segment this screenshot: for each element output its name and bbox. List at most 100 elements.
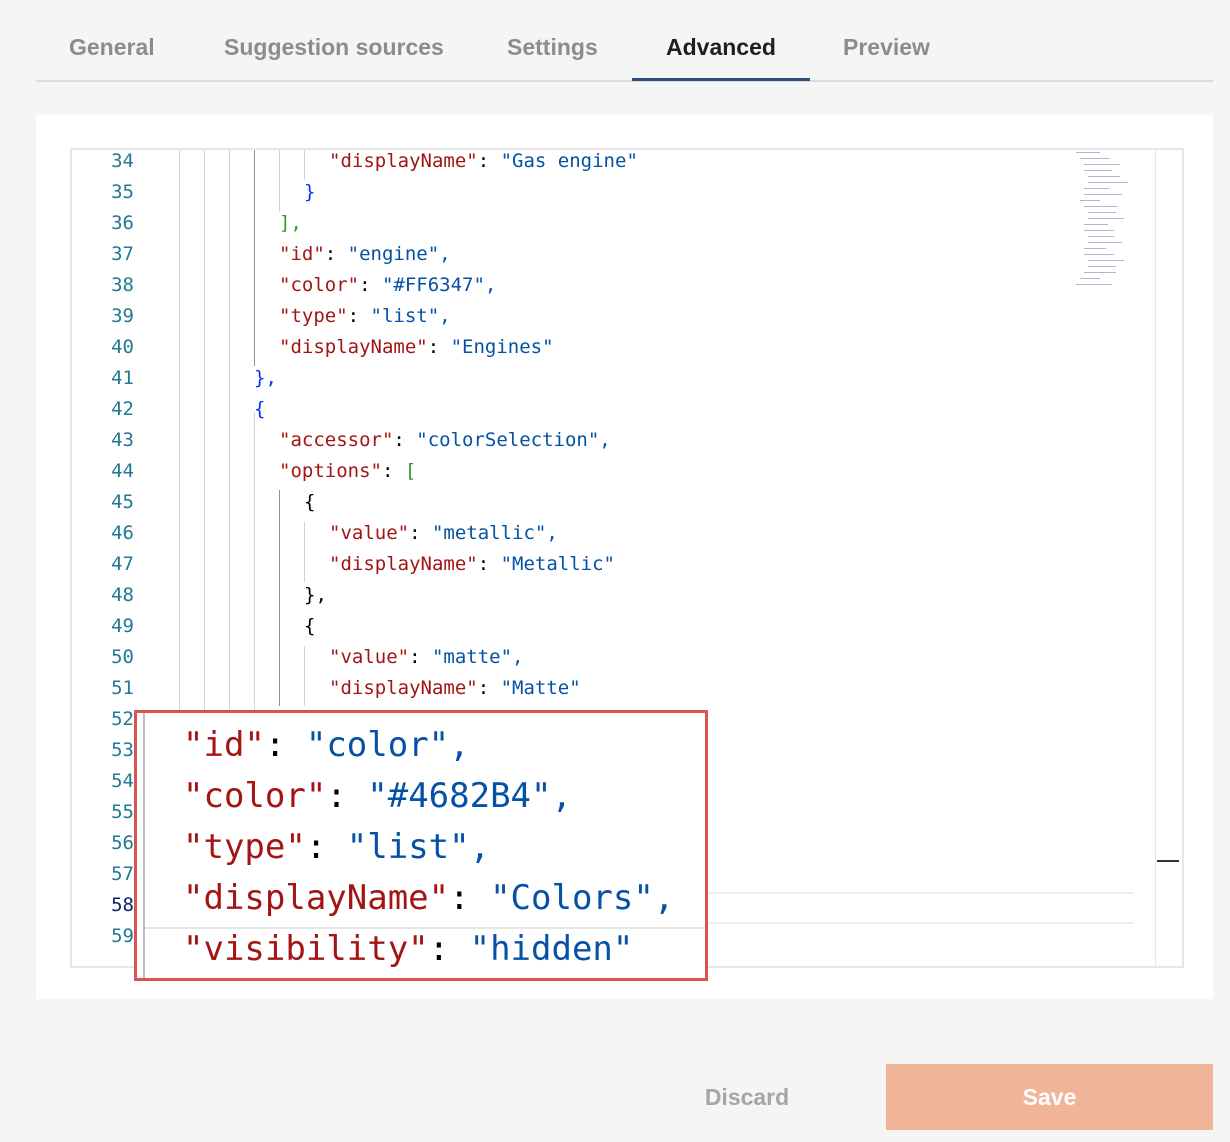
json-value: "color", <box>305 725 470 765</box>
line-number: 48 <box>111 584 134 606</box>
json-punct: }, <box>304 584 327 606</box>
line-number: 59 <box>111 925 134 947</box>
minimap-line <box>1084 194 1122 195</box>
indent-guide <box>304 522 305 582</box>
minimap-line <box>1084 206 1118 207</box>
line-number: 47 <box>111 553 134 575</box>
tab-settings[interactable]: Settings <box>507 34 598 61</box>
code-line: { <box>254 398 265 420</box>
vertical-scrollbar[interactable] <box>1155 150 1156 966</box>
minimap-line <box>1088 266 1116 267</box>
json-key: "displayName" <box>279 336 428 358</box>
discard-button[interactable]: Discard <box>686 1064 808 1130</box>
line-number: 36 <box>111 212 134 234</box>
scroll-position-marker <box>1157 860 1179 862</box>
zoom-line: "type": "list", <box>183 827 491 867</box>
json-key: "color" <box>183 776 327 816</box>
minimap-line <box>1088 260 1124 261</box>
minimap-line <box>1088 176 1120 177</box>
json-key: "type" <box>183 827 306 867</box>
json-key: "displayName" <box>329 677 478 699</box>
zoom-line: "id": "color", <box>183 725 470 765</box>
json-key: "color" <box>279 274 360 296</box>
json-value: "Gas engine" <box>500 150 638 172</box>
line-number: 35 <box>111 181 134 203</box>
json-value: "hidden" <box>469 929 634 969</box>
line-number: 39 <box>111 305 134 327</box>
json-punct: [ <box>404 460 417 482</box>
minimap-line <box>1076 152 1100 153</box>
minimap-line <box>1080 278 1100 279</box>
code-line: "value": "metallic", <box>329 522 558 544</box>
zoom-line: "visibility": "hidden" <box>183 929 634 969</box>
code-line: ], <box>279 212 302 234</box>
minimap-line <box>1084 224 1108 225</box>
minimap-line <box>1084 170 1112 171</box>
json-value: "Metallic" <box>500 553 615 575</box>
zoom-line: "color": "#4682B4", <box>183 776 572 816</box>
active-tab-indicator <box>632 78 810 81</box>
json-punct: }, <box>254 367 277 389</box>
json-key: "accessor" <box>279 429 394 451</box>
code-line: "options": [ <box>279 460 417 482</box>
indent-guide <box>304 646 305 706</box>
indent-guide <box>143 713 145 978</box>
minimap-line <box>1084 272 1116 273</box>
line-number: 40 <box>111 336 134 358</box>
code-line: "displayName": "Engines" <box>279 336 554 358</box>
line-number: 42 <box>111 398 134 420</box>
code-line: "color": "#FF6347", <box>279 274 497 296</box>
line-number: 34 <box>111 150 134 172</box>
json-value: "metallic", <box>431 522 558 544</box>
json-punct: ], <box>279 212 302 234</box>
json-value: "Engines" <box>450 336 554 358</box>
json-key: "displayName" <box>329 553 478 575</box>
tab-advanced[interactable]: Advanced <box>666 34 776 61</box>
indent-guide <box>254 150 255 366</box>
zoom-line: "displayName": "Colors", <box>183 878 675 918</box>
code-line: { <box>304 491 315 513</box>
minimap-line <box>1088 218 1124 219</box>
line-number: 53 <box>111 739 134 761</box>
line-number: 37 <box>111 243 134 265</box>
save-button[interactable]: Save <box>886 1064 1213 1130</box>
minimap[interactable] <box>1074 150 1154 300</box>
json-value: "#FF6347", <box>381 274 497 296</box>
indent-guide <box>279 150 280 212</box>
tab-suggestion-sources[interactable]: Suggestion sources <box>224 34 444 61</box>
minimap-line <box>1080 200 1100 201</box>
line-number: 51 <box>111 677 134 699</box>
code-line: "id": "engine", <box>279 243 451 265</box>
json-key: "visibility" <box>183 929 429 969</box>
minimap-line <box>1084 230 1114 231</box>
json-value: "matte", <box>431 646 524 668</box>
json-value: "colorSelection", <box>416 429 611 451</box>
line-number: 45 <box>111 491 134 513</box>
json-punct: { <box>254 398 266 420</box>
minimap-line <box>1084 164 1120 165</box>
code-line: "value": "matte", <box>329 646 524 668</box>
indent-guide <box>279 490 280 706</box>
line-number-current: 58 <box>111 894 134 916</box>
minimap-line <box>1088 182 1128 183</box>
json-key: "displayName" <box>183 878 450 918</box>
minimap-line <box>1088 212 1116 213</box>
json-value: "list", <box>370 305 451 327</box>
line-number: 41 <box>111 367 134 389</box>
minimap-line <box>1080 158 1110 159</box>
code-line: } <box>304 181 315 203</box>
code-line: }, <box>304 584 327 606</box>
code-line: "accessor": "colorSelection", <box>279 429 611 451</box>
line-number: 46 <box>111 522 134 544</box>
indent-guide <box>304 150 305 180</box>
code-line: }, <box>254 367 277 389</box>
tab-general[interactable]: General <box>69 34 155 61</box>
code-line: "displayName": "Gas engine" <box>329 150 638 172</box>
line-number: 56 <box>111 832 134 854</box>
tab-preview[interactable]: Preview <box>843 34 930 61</box>
code-line: "displayName": "Metallic" <box>329 553 615 575</box>
json-value: "#4682B4", <box>367 776 572 816</box>
json-value: "list", <box>346 827 491 867</box>
json-punct: { <box>304 491 316 513</box>
line-number: 52 <box>111 708 134 730</box>
